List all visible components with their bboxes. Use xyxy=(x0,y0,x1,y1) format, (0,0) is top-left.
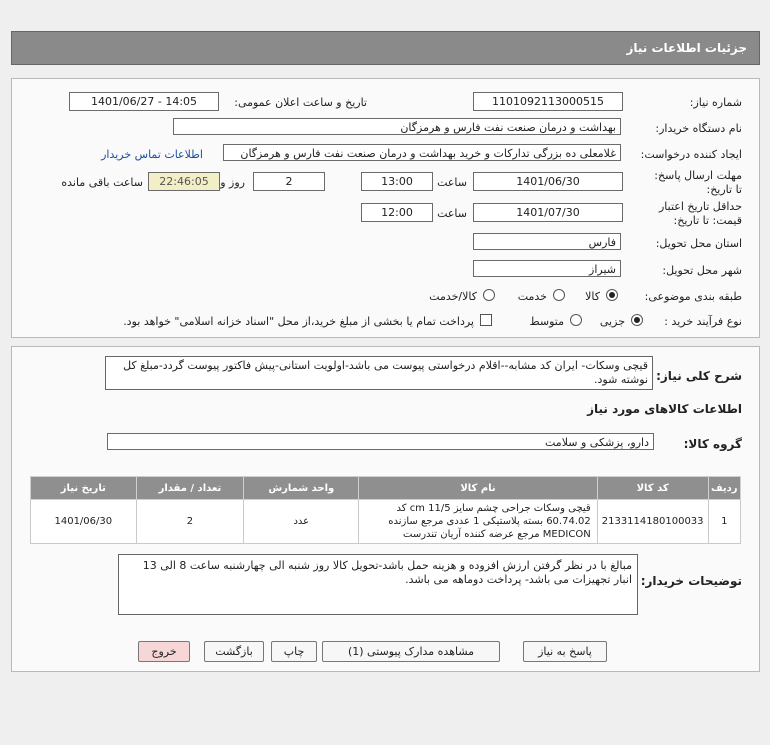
page-header: جزئیات اطلاعات نیاز xyxy=(11,31,760,65)
print-button[interactable]: چاپ xyxy=(271,641,317,662)
attachments-button[interactable]: مشاهده مدارک پیوستی (1) xyxy=(322,641,500,662)
city-label: شهر محل تحویل: xyxy=(662,264,742,277)
cell-item-code: 2133114180100033 xyxy=(596,499,709,544)
summary-text: قیچی وسکات- ایران کد مشابه--اقلام درخواس… xyxy=(105,356,653,390)
goods-table: تاریخ نیاز تعداد / مقدار واحد شمارش نام … xyxy=(30,476,742,544)
summary-label: شرح کلی نیاز: xyxy=(656,369,742,383)
process-minor-label: جزیی xyxy=(599,315,625,328)
back-button[interactable]: بازگشت xyxy=(204,641,264,662)
province-field: فارس xyxy=(473,233,621,250)
category-label: طبقه بندی موضوعی: xyxy=(644,290,742,303)
province-label: استان محل تحویل: xyxy=(655,237,742,250)
validity-time-field: 12:00 xyxy=(361,203,433,222)
goods-group-field: دارو، پزشکی و سلامت xyxy=(107,433,654,450)
buyer-org-label: نام دستگاه خریدار: xyxy=(655,122,742,135)
process-label: نوع فرآیند خرید : xyxy=(664,315,742,328)
validity-date-field: 1401/07/30 xyxy=(473,203,623,222)
reply-date-field: 1401/06/30 xyxy=(473,172,623,191)
buyer-org-field: بهداشت و درمان صنعت نفت فارس و هرمزگان xyxy=(173,118,621,135)
cell-quantity: 2 xyxy=(135,499,245,544)
need-number-label: شماره نیاز: xyxy=(689,96,742,109)
col-item-name: نام کالا xyxy=(358,476,598,500)
payment-note: پرداخت تمام یا بخشی از مبلغ خرید،از محل … xyxy=(123,315,474,328)
cell-unit: عدد xyxy=(243,499,360,544)
cell-item-name: قیچی وسکات جراحی چشم سایز cm 11/5 کد 60.… xyxy=(358,499,598,544)
buyer-contact-link[interactable]: اطلاعات تماس خریدار xyxy=(101,148,203,161)
announce-label: تاریخ و ساعت اعلان عمومی: xyxy=(234,96,367,109)
remaining-time-field: 22:46:05 xyxy=(148,172,220,191)
category-goods-label: کالا xyxy=(585,290,600,303)
exit-button[interactable]: خروج xyxy=(138,641,190,662)
goods-section-title: اطلاعات کالاهای مورد نیاز xyxy=(587,402,742,416)
category-goods-service-radio[interactable] xyxy=(483,289,495,301)
table-row: 1401/06/30 2 عدد قیچی وسکات جراحی چشم سا… xyxy=(30,499,742,544)
treasury-checkbox[interactable] xyxy=(480,314,492,326)
validity-time-label: ساعت xyxy=(437,207,467,220)
category-goods-service-label: کالا/خدمت xyxy=(429,290,477,303)
process-medium-radio[interactable] xyxy=(570,314,582,326)
process-minor-radio[interactable] xyxy=(631,314,643,326)
city-field: شیراز xyxy=(473,260,621,277)
col-row: ردیف xyxy=(707,476,742,500)
goods-table-header: تاریخ نیاز تعداد / مقدار واحد شمارش نام … xyxy=(30,476,742,500)
buyer-notes-label: توضیحات خریدار: xyxy=(640,574,742,588)
goods-group-label: گروه کالا: xyxy=(683,437,742,451)
col-item-code: کد کالا xyxy=(596,476,709,500)
days-label: روز و xyxy=(220,176,245,189)
remaining-label: ساعت باقی مانده xyxy=(61,176,143,189)
creator-field: غلامعلی ده بزرگی تدارکات و خرید بهداشت و… xyxy=(223,144,621,161)
buyer-notes-text: مبالغ با در نظر گرفتن ارزش افزوده و هزین… xyxy=(118,554,638,615)
need-number-field: 1101092113000515 xyxy=(473,92,623,111)
validity-label: حداقل تاریخ اعتبار قیمت: تا تاریخ: xyxy=(658,200,742,227)
category-goods-radio[interactable] xyxy=(606,289,618,301)
creator-label: ایجاد کننده درخواست: xyxy=(640,148,742,161)
category-service-radio[interactable] xyxy=(553,289,565,301)
reply-deadline-label: مهلت ارسال پاسخ: تا تاریخ: xyxy=(654,169,742,196)
days-field: 2 xyxy=(253,172,325,191)
col-need-date: تاریخ نیاز xyxy=(30,476,137,500)
cell-row: 1 xyxy=(707,499,742,544)
reply-button[interactable]: پاسخ به نیاز xyxy=(523,641,607,662)
announce-field: 1401/06/27 - 14:05 xyxy=(69,92,219,111)
category-service-label: خدمت xyxy=(517,290,547,303)
page-title: جزئیات اطلاعات نیاز xyxy=(626,41,747,55)
process-medium-label: متوسط xyxy=(529,315,564,328)
reply-time-label: ساعت xyxy=(437,176,467,189)
cell-need-date: 1401/06/30 xyxy=(30,499,137,544)
col-unit: واحد شمارش xyxy=(243,476,360,500)
reply-time-field: 13:00 xyxy=(361,172,433,191)
col-quantity: تعداد / مقدار xyxy=(135,476,245,500)
